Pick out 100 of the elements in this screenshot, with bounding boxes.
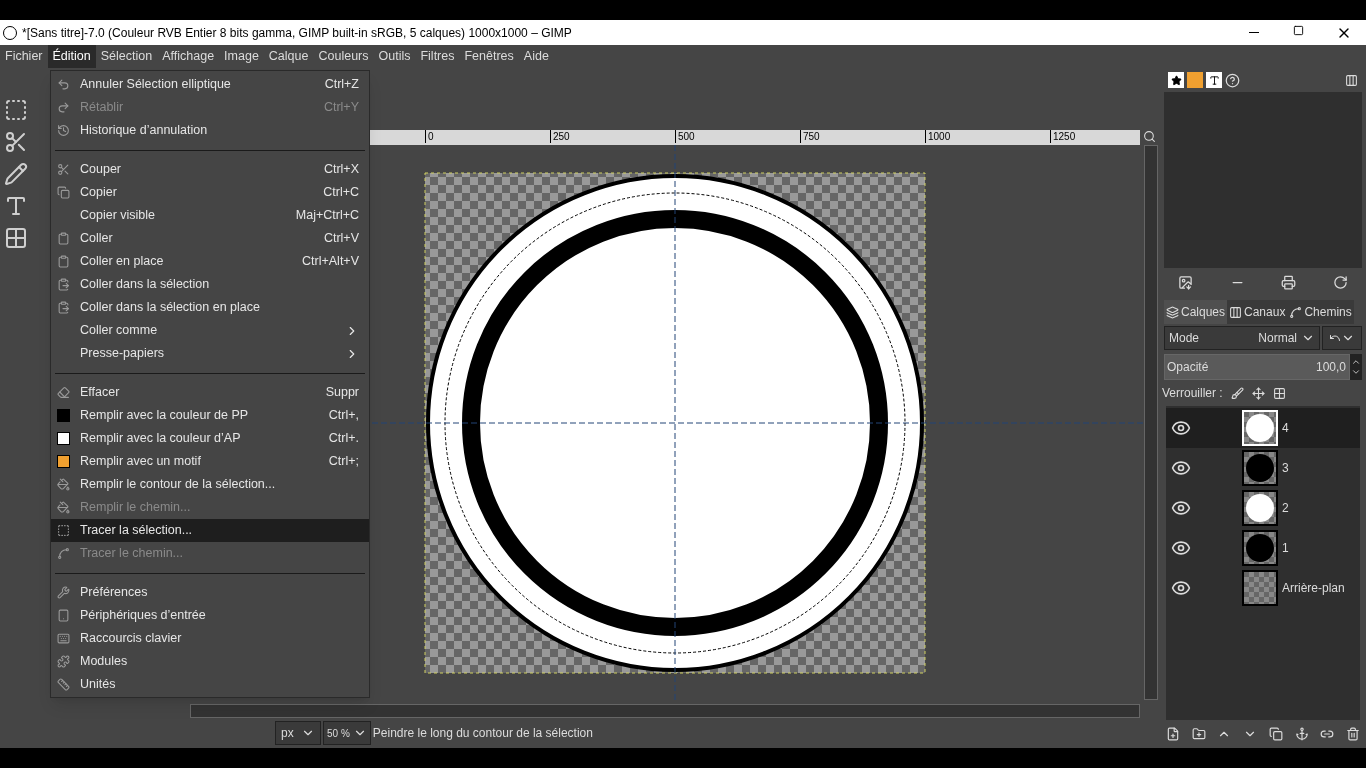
menu-item[interactable]: Modules — [51, 650, 369, 673]
printer-icon[interactable] — [1281, 274, 1297, 290]
shortcut: Ctrl+Alt+V — [302, 253, 359, 271]
menu-item-icon — [57, 163, 70, 176]
menu-item-icon — [57, 478, 70, 491]
eye-icon[interactable] — [1171, 498, 1191, 518]
layer-action-icon[interactable] — [1294, 727, 1309, 741]
minimize-icon — [1248, 32, 1259, 33]
layer-action-icon[interactable] — [1165, 727, 1180, 741]
open-icon[interactable] — [1178, 274, 1194, 290]
tool-icon[interactable] — [4, 162, 28, 186]
layer-action-icon[interactable] — [1268, 727, 1283, 741]
menu-bar-item[interactable]: Fenêtres — [459, 45, 519, 68]
menu-item[interactable]: Copier visible Maj+Ctrl+C — [51, 204, 369, 227]
spin-buttons[interactable] — [1350, 354, 1362, 380]
menu-bar-item[interactable]: Filtres — [415, 45, 460, 68]
layer-row[interactable]: 3 — [1166, 448, 1360, 488]
chevron-up-icon — [1351, 357, 1361, 367]
tool-icon[interactable] — [4, 130, 28, 154]
panel-menu-icon[interactable] — [1345, 73, 1358, 87]
layer-name: 4 — [1282, 420, 1289, 437]
brush-tab[interactable] — [1168, 72, 1184, 88]
menu-bar-item[interactable]: Sélection — [95, 45, 158, 68]
menu-item[interactable]: Préférences — [51, 581, 369, 604]
layer-row[interactable]: 2 — [1166, 488, 1360, 528]
menu-item[interactable]: Tracer la sélection... — [51, 519, 369, 542]
font-tab[interactable] — [1206, 72, 1222, 88]
panel-tab[interactable]: Canaux — [1227, 300, 1288, 324]
menu-item[interactable]: Effacer Suppr — [51, 381, 369, 404]
move-icon[interactable] — [1251, 386, 1265, 400]
chevron-down-icon — [1351, 367, 1361, 377]
layer-action-icon[interactable] — [1320, 727, 1335, 741]
eye-icon[interactable] — [1171, 578, 1191, 598]
brush-icon[interactable] — [1230, 386, 1244, 400]
unit-dropdown[interactable]: px — [275, 721, 321, 745]
menu-bar-item[interactable]: Aide — [518, 45, 554, 68]
eye-icon[interactable] — [1171, 418, 1191, 438]
menu-item[interactable]: Presse-papiers — [51, 342, 369, 365]
panel-tab[interactable]: Chemins — [1287, 300, 1354, 324]
menu-bar-item[interactable]: Édition — [47, 45, 96, 68]
ruler-label: 0 — [425, 130, 434, 143]
reset-dropdown[interactable] — [1322, 326, 1362, 350]
checker-icon[interactable] — [1272, 386, 1286, 400]
mode-dropdown[interactable]: Mode Normal — [1164, 326, 1320, 350]
vertical-scrollbar[interactable] — [1144, 145, 1158, 700]
menu-item-icon — [57, 278, 70, 291]
menu-item[interactable]: Coller comme — [51, 319, 369, 342]
menu-item[interactable]: Coller dans la sélection — [51, 273, 369, 296]
menu-bar-item[interactable]: Calque — [263, 45, 314, 68]
refresh-icon[interactable] — [1332, 274, 1348, 290]
menu-item[interactable]: Remplir avec la couleur de PP Ctrl+, — [51, 404, 369, 427]
menu-item[interactable]: Coller Ctrl+V — [51, 227, 369, 250]
menu-item-icon — [57, 386, 70, 399]
zoom-icon[interactable] — [1143, 130, 1156, 143]
menu-item[interactable]: Historique d’annulation — [51, 119, 369, 142]
menu-bar-item[interactable]: Fichier — [0, 45, 48, 68]
menu-item[interactable]: Coller en place Ctrl+Alt+V — [51, 250, 369, 273]
tool-icon[interactable] — [4, 98, 28, 122]
menu-item[interactable]: Périphériques d’entrée — [51, 604, 369, 627]
layer-row[interactable]: Arrière-plan — [1166, 568, 1360, 608]
menu-item-icon — [57, 524, 70, 537]
menu-bar-item[interactable]: Couleurs — [313, 45, 374, 68]
zoom-dropdown[interactable]: 50 % — [323, 721, 371, 745]
horizontal-scrollbar[interactable] — [190, 704, 1140, 718]
layer-action-icon[interactable] — [1191, 727, 1206, 741]
layer-row[interactable]: 1 — [1166, 528, 1360, 568]
menu-item[interactable]: Coller dans la sélection en place — [51, 296, 369, 319]
menu-item[interactable]: Raccourcis clavier — [51, 627, 369, 650]
menu-item[interactable]: Remplir avec un motif Ctrl+; — [51, 450, 369, 473]
menu-item[interactable]: Remplir le contour de la sélection... — [51, 473, 369, 496]
menu-bar-item[interactable]: Outils — [373, 45, 416, 68]
menu-item-icon — [57, 632, 70, 645]
panel-tab[interactable]: Calques — [1164, 300, 1228, 324]
menu-bar-item[interactable]: Affichage — [157, 45, 220, 68]
menu-item[interactable]: Unités — [51, 673, 369, 696]
menu-item[interactable]: Couper Ctrl+X — [51, 158, 369, 181]
menu-item-icon — [57, 301, 70, 314]
layer-action-icon[interactable] — [1346, 727, 1361, 741]
eye-icon[interactable] — [1171, 538, 1191, 558]
menu-item[interactable]: Remplir avec la couleur d’AP Ctrl+. — [51, 427, 369, 450]
menu-bar-item[interactable]: Image — [219, 45, 264, 68]
lock-label: Verrouiller : — [1162, 385, 1223, 402]
shortcut: Ctrl+, — [328, 407, 359, 425]
status-message: Peindre le long du contour de la sélection — [372, 725, 593, 742]
tool-icon[interactable] — [4, 226, 28, 250]
shortcut: Ctrl+. — [328, 430, 359, 448]
ruler-label: 500 — [675, 130, 695, 143]
shortcut: Ctrl+C — [323, 184, 359, 202]
help-icon[interactable] — [1225, 72, 1240, 88]
eye-icon[interactable] — [1171, 458, 1191, 478]
menu-item-icon — [57, 678, 70, 691]
menu-item[interactable]: Copier Ctrl+C — [51, 181, 369, 204]
tool-icon[interactable] — [4, 194, 28, 218]
shortcut: Maj+Ctrl+C — [295, 207, 359, 225]
layer-row[interactable]: 4 — [1166, 408, 1360, 448]
shortcut: Suppr — [325, 384, 359, 402]
window-title: *[Sans titre]-7.0 (Couleur RVB Entier 8 bits gamma, GIMP built-in sRGB, 5 calques) 1000x1000 – GIMP — [22, 24, 572, 42]
menu-item[interactable]: Annuler Sélection elliptique Ctrl+Z — [51, 73, 369, 96]
menu-item-icon — [57, 232, 70, 245]
opacity-slider[interactable]: Opacité 100,0 — [1164, 354, 1350, 380]
